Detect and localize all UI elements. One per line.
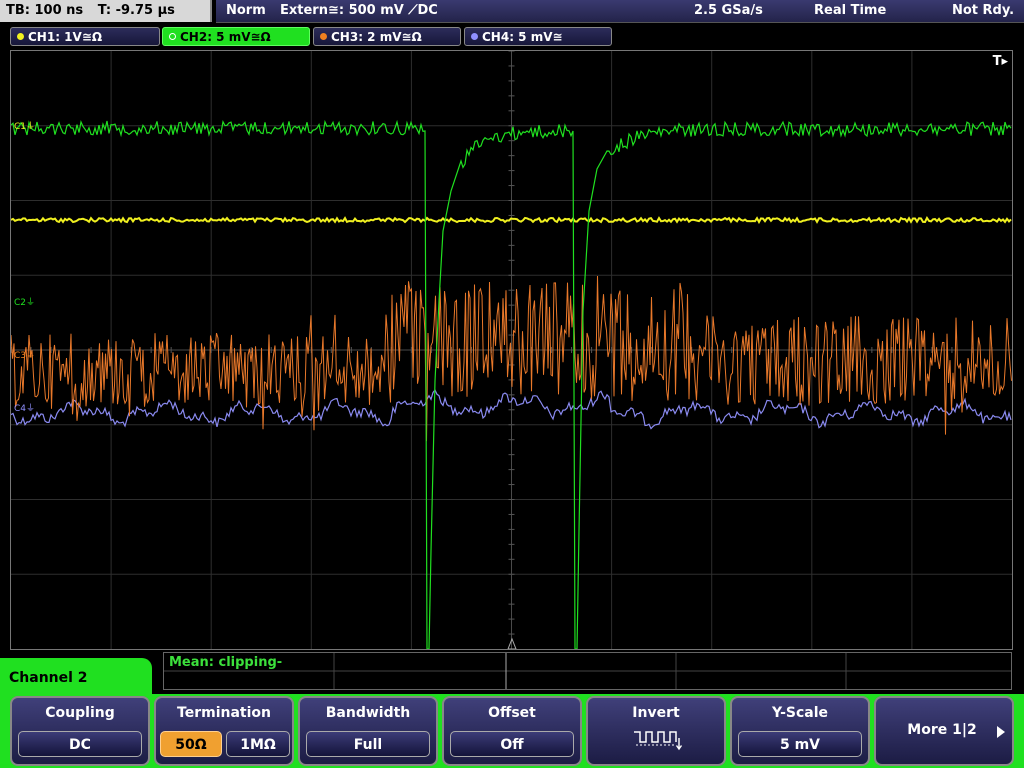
coupling-title: Coupling bbox=[45, 705, 115, 721]
tab-ch1[interactable]: CH1: 1V≅Ω bbox=[10, 27, 160, 46]
ch2-offset-marker[interactable]: C2⏚ bbox=[14, 297, 35, 308]
menu-title: Channel 2 bbox=[9, 670, 88, 686]
ch3-color-dot bbox=[320, 33, 327, 40]
ch1-offset-marker[interactable]: C1⏚ bbox=[14, 121, 35, 132]
measurement-mean: Mean: clipping- bbox=[169, 655, 283, 670]
trigger-source: Extern≅: 500 mV ⟋DC bbox=[280, 3, 438, 18]
measurement-grid bbox=[164, 653, 1011, 689]
termination-title: Termination bbox=[177, 705, 271, 721]
tab-ch2-label: CH2: 5 mV≅Ω bbox=[180, 30, 271, 44]
yscale-softkey[interactable]: Y-Scale 5 mV bbox=[730, 696, 870, 766]
menu-title-tab[interactable]: Channel 2 bbox=[0, 658, 152, 698]
ch3-offset-marker[interactable]: C3⏚ bbox=[14, 350, 35, 361]
channel-tabs: CH1: 1V≅Ω CH2: 5 mV≅Ω CH3: 2 mV≅Ω CH4: 5… bbox=[0, 26, 1024, 48]
trigger-indicator: T▸ bbox=[992, 54, 1008, 69]
termination-50ohm-option[interactable]: 50Ω bbox=[160, 731, 222, 757]
invert-softkey[interactable]: Invert bbox=[586, 696, 726, 766]
sample-rate: 2.5 GSa/s bbox=[694, 3, 763, 18]
more-label: More 1|2 bbox=[907, 722, 977, 738]
offset-softkey[interactable]: Offset Off bbox=[442, 696, 582, 766]
triangle-right-icon bbox=[997, 726, 1005, 738]
tab-ch3-label: CH3: 2 mV≅Ω bbox=[331, 30, 422, 44]
ch4-color-dot bbox=[471, 33, 478, 40]
timebase-value: TB: 100 ns bbox=[6, 3, 84, 18]
acquisition-state: Not Rdy. bbox=[952, 3, 1015, 18]
termination-1mohm-option[interactable]: 1MΩ bbox=[226, 731, 290, 757]
termination-softkey[interactable]: Termination 50Ω 1MΩ bbox=[154, 696, 294, 766]
invert-waveform-icon bbox=[634, 731, 683, 751]
tab-ch1-label: CH1: 1V≅Ω bbox=[28, 30, 103, 44]
acquisition-status[interactable]: Norm Extern≅: 500 mV ⟋DC 2.5 GSa/s Real … bbox=[216, 0, 1024, 23]
coupling-softkey[interactable]: Coupling DC bbox=[10, 696, 150, 766]
bandwidth-value[interactable]: Full bbox=[306, 731, 430, 757]
bandwidth-title: Bandwidth bbox=[325, 705, 411, 721]
ch2-color-dot bbox=[169, 33, 176, 40]
tab-ch3[interactable]: CH3: 2 mV≅Ω bbox=[313, 27, 461, 46]
trigger-time-value: T: -9.75 µs bbox=[97, 3, 175, 18]
ch1-color-dot bbox=[17, 33, 24, 40]
measurement-panel[interactable] bbox=[163, 652, 1012, 690]
tab-ch4-label: CH4: 5 mV≅ bbox=[482, 30, 563, 44]
invert-title: Invert bbox=[632, 705, 680, 721]
trigger-mode: Norm bbox=[226, 3, 266, 18]
yscale-value[interactable]: 5 mV bbox=[738, 731, 862, 757]
more-softkey[interactable]: More 1|2 bbox=[874, 696, 1014, 766]
timebase-box[interactable]: TB: 100 ns T: -9.75 µs bbox=[0, 0, 212, 22]
waveform-display[interactable]: C1⏚ C2⏚ C3⏚ C4⏚ bbox=[10, 50, 1013, 650]
tab-ch4[interactable]: CH4: 5 mV≅ bbox=[464, 27, 612, 46]
coupling-value[interactable]: DC bbox=[18, 731, 142, 757]
ch4-offset-marker[interactable]: C4⏚ bbox=[14, 403, 35, 414]
acquisition-mode: Real Time bbox=[814, 3, 887, 18]
yscale-title: Y-Scale bbox=[771, 705, 828, 721]
offset-title: Offset bbox=[488, 705, 536, 721]
bandwidth-softkey[interactable]: Bandwidth Full bbox=[298, 696, 438, 766]
waveform-canvas: C1⏚ C2⏚ C3⏚ C4⏚ bbox=[10, 50, 1012, 650]
channel-markers: C1⏚ C2⏚ C3⏚ C4⏚ bbox=[14, 121, 35, 414]
offset-value[interactable]: Off bbox=[450, 731, 574, 757]
tab-ch2[interactable]: CH2: 5 mV≅Ω bbox=[162, 27, 310, 46]
